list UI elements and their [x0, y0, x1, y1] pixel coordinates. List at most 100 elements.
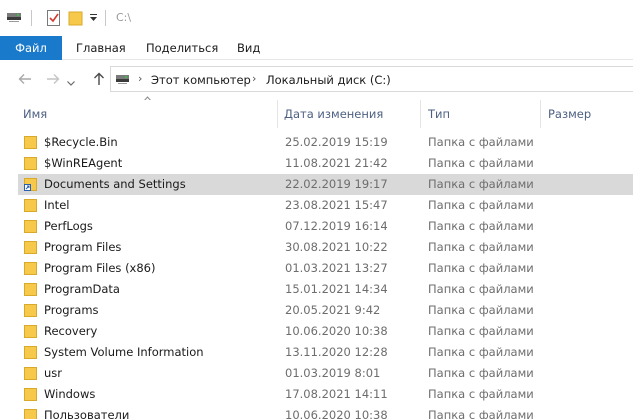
table-row[interactable]: Пользователи 10.06.2020 10:38 Папка с файл… [18, 405, 633, 419]
file-type: Папка с файлами [428, 177, 534, 191]
folder-icon [24, 304, 37, 317]
toolbar-separator [105, 10, 106, 26]
drive-window-icon[interactable] [6, 9, 24, 25]
table-row[interactable]: Documents and Settings 22.02.2019 19:17 Па… [18, 174, 633, 195]
customize-toolbar-dropdown-icon[interactable] [89, 14, 98, 22]
forward-button[interactable] [44, 70, 62, 88]
table-row[interactable]: PerfLogs 07.12.2019 16:14 Папка с файлами [18, 216, 633, 237]
folder-icon [24, 388, 37, 401]
table-row[interactable]: Programs 20.05.2021 9:42 Папка с файлами [18, 300, 633, 321]
table-row[interactable]: Program Files (x86) 01.03.2021 13:27 Папка… [18, 258, 633, 279]
file-date: 30.08.2021 10:22 [285, 240, 388, 254]
table-row[interactable]: Windows 17.08.2021 14:11 Папка с файлами [18, 384, 633, 405]
recent-locations-button[interactable] [66, 74, 76, 92]
table-row[interactable]: System Volume Information 13.11.2020 12:2… [18, 342, 633, 363]
back-button[interactable] [16, 70, 34, 88]
tab-file[interactable]: Файл [0, 36, 62, 60]
file-name: Programs [44, 303, 99, 317]
file-name: Intel [44, 198, 70, 212]
breadcrumb-separator-icon[interactable]: › [252, 72, 256, 85]
file-name: Windows [44, 387, 96, 401]
folder-icon [24, 325, 37, 338]
back-arrow-icon [18, 74, 31, 84]
file-date: 01.03.2019 8:01 [285, 366, 381, 380]
folder-icon [24, 283, 37, 296]
table-row[interactable]: $WinREAgent 11.08.2021 21:42 Папка с файла… [18, 153, 633, 174]
tab-home[interactable]: Главная [76, 36, 126, 60]
file-date: 20.05.2021 9:42 [285, 303, 381, 317]
file-name: $WinREAgent [44, 156, 123, 170]
file-name: usr [44, 366, 63, 380]
file-type: Папка с файлами [428, 366, 534, 380]
file-date: 17.08.2021 14:11 [285, 387, 388, 401]
breadcrumb-local-disk[interactable]: Локальный диск (C:) [266, 73, 391, 87]
toolbar-separator [31, 10, 32, 26]
window-title: C:\ [116, 11, 132, 24]
file-date: 11.08.2021 21:42 [285, 156, 388, 170]
properties-icon[interactable] [46, 9, 62, 27]
table-row[interactable]: usr 01.03.2019 8:01 Папка с файлами [18, 363, 633, 384]
folder-icon [24, 241, 37, 254]
file-type: Папка с файлами [428, 261, 534, 275]
breadcrumb-this-pc[interactable]: Этот компьютер [151, 73, 251, 87]
up-arrow-icon [94, 72, 104, 85]
file-date: 22.02.2019 19:17 [285, 177, 388, 191]
tab-view[interactable]: Вид [237, 36, 260, 60]
file-type: Папка с файлами [428, 198, 534, 212]
table-row[interactable]: ProgramData 15.01.2021 14:34 Папка с файла… [18, 279, 633, 300]
file-name: PerfLogs [44, 219, 93, 233]
file-date: 23.08.2021 15:47 [285, 198, 388, 212]
file-date: 15.01.2021 14:34 [285, 282, 388, 296]
table-row[interactable]: Recovery 10.06.2020 10:38 Папка с файлами [18, 321, 633, 342]
file-date: 07.12.2019 16:14 [285, 219, 388, 233]
file-date: 01.03.2021 13:27 [285, 261, 388, 275]
file-date: 13.11.2020 12:28 [285, 345, 388, 359]
file-type: Папка с файлами [428, 219, 534, 233]
folder-icon [24, 367, 37, 380]
file-name: Recovery [44, 324, 98, 338]
file-name: Documents and Settings [44, 177, 186, 191]
title-bar: C:\ [0, 0, 633, 36]
table-row[interactable]: Program Files 30.08.2021 10:22 Папка с фай… [18, 237, 633, 258]
new-folder-icon[interactable] [68, 9, 84, 27]
file-type: Папка с файлами [428, 408, 534, 419]
column-date[interactable]: Дата изменения [284, 100, 383, 128]
file-type: Папка с файлами [428, 135, 534, 149]
folder-icon [24, 409, 37, 419]
column-size[interactable]: Размер [548, 100, 591, 128]
chevron-down-icon [67, 80, 75, 86]
file-name: Program Files (x86) [44, 261, 156, 275]
file-type: Папка с файлами [428, 324, 534, 338]
folder-shortcut-icon [24, 178, 37, 191]
file-name: Program Files [44, 240, 122, 254]
breadcrumb-separator-icon[interactable]: › [138, 72, 142, 85]
up-button[interactable] [90, 70, 108, 88]
table-row[interactable]: $Recycle.Bin 25.02.2019 15:19 Папка с файл… [18, 132, 633, 153]
column-name[interactable]: Имя [23, 100, 47, 128]
file-date: 25.02.2019 15:19 [285, 135, 388, 149]
file-type: Папка с файлами [428, 156, 534, 170]
file-type: Папка с файлами [428, 240, 534, 254]
column-type[interactable]: Тип [428, 100, 450, 128]
file-type: Папка с файлами [428, 303, 534, 317]
tab-share[interactable]: Поделиться [146, 36, 218, 60]
folder-icon [24, 136, 37, 149]
file-name: ProgramData [44, 282, 120, 296]
file-name: Пользователи [44, 408, 130, 419]
column-divider[interactable] [277, 100, 278, 128]
file-name: $Recycle.Bin [44, 135, 118, 149]
file-type: Папка с файлами [428, 345, 534, 359]
folder-icon [24, 346, 37, 359]
forward-arrow-icon [47, 74, 60, 84]
column-header: Имя Дата изменения Тип Размер [0, 100, 633, 128]
ribbon-tabs: Файл Главная Поделиться Вид [0, 36, 633, 60]
folder-icon [24, 262, 37, 275]
table-row[interactable]: Intel 23.08.2021 15:47 Папка с файлами [18, 195, 633, 216]
folder-icon [24, 157, 37, 170]
column-divider[interactable] [420, 100, 421, 128]
file-name: System Volume Information [44, 345, 204, 359]
file-type: Папка с файлами [428, 282, 534, 296]
column-divider[interactable] [540, 100, 541, 128]
file-date: 10.06.2020 10:38 [285, 324, 388, 338]
folder-icon [24, 220, 37, 233]
